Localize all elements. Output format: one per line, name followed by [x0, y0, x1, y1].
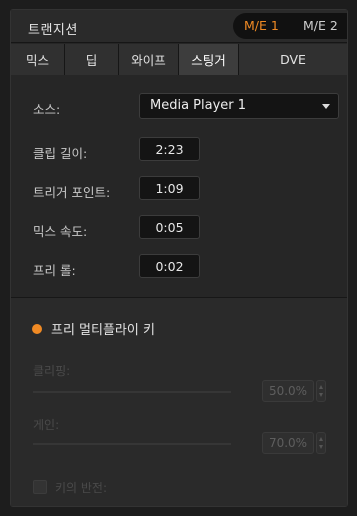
- clip-value-field: 50.0%: [262, 380, 314, 402]
- me2-button[interactable]: M/E 2: [303, 18, 338, 33]
- clip-slider: [33, 391, 231, 393]
- chevron-up-icon: [319, 385, 323, 389]
- chevron-down-icon: [322, 104, 330, 109]
- gain-label: 게인:: [33, 418, 60, 432]
- tab-stinger[interactable]: 스팅거: [179, 44, 239, 75]
- gain-value-field: 70.0%: [262, 432, 314, 454]
- mix-rate-label: 믹스 속도:: [33, 224, 88, 239]
- pre-roll-field[interactable]: 0:02: [139, 254, 200, 278]
- clip-duration-field[interactable]: 2:23: [139, 137, 200, 161]
- invert-key-checkbox: [33, 480, 47, 494]
- pre-roll-label: 프리 롤:: [33, 263, 76, 278]
- mix-rate-field[interactable]: 0:05: [139, 215, 200, 239]
- clip-spinner: [316, 380, 326, 402]
- clip-duration-label: 클립 길이:: [33, 146, 88, 161]
- tab-wipe[interactable]: 와이프: [119, 44, 179, 75]
- transition-panel: 트랜지션 M/E 1 M/E 2 믹스 딥 와이프 스팅거 DVE 소스: Me…: [0, 0, 357, 516]
- premultiplied-radio[interactable]: [32, 324, 42, 334]
- panel-header: 트랜지션 M/E 1 M/E 2: [11, 10, 347, 43]
- panel-title: 트랜지션: [28, 23, 78, 38]
- trigger-point-field[interactable]: 1:09: [139, 176, 200, 200]
- source-label: 소스:: [33, 102, 61, 117]
- chevron-up-icon: [319, 437, 323, 441]
- tab-dip[interactable]: 딥: [65, 44, 119, 75]
- trigger-point-label: 트리거 포인트:: [33, 185, 111, 200]
- me-selector: M/E 1 M/E 2: [233, 13, 347, 39]
- key-settings: 프리 멀티플라이 키 클리핑: 50.0% 게인: 70.0% 키의 반전:: [11, 298, 347, 506]
- chevron-down-icon: [319, 445, 323, 449]
- chevron-down-icon: [319, 393, 323, 397]
- panel-body: 트랜지션 M/E 1 M/E 2 믹스 딥 와이프 스팅거 DVE 소스: Me…: [10, 9, 348, 507]
- source-value: Media Player 1: [150, 98, 247, 113]
- source-dropdown[interactable]: Media Player 1: [139, 93, 339, 119]
- gain-spinner: [316, 432, 326, 454]
- tab-dve[interactable]: DVE: [239, 44, 347, 75]
- transition-tabs: 믹스 딥 와이프 스팅거 DVE: [11, 44, 347, 75]
- premultiplied-key-label: 프리 멀티플라이 키: [51, 323, 155, 338]
- invert-key-label: 키의 반전:: [55, 481, 108, 495]
- me1-button[interactable]: M/E 1: [244, 18, 279, 33]
- gain-slider: [33, 443, 231, 445]
- clip-label: 클리핑:: [33, 364, 71, 378]
- tab-mix[interactable]: 믹스: [11, 44, 65, 75]
